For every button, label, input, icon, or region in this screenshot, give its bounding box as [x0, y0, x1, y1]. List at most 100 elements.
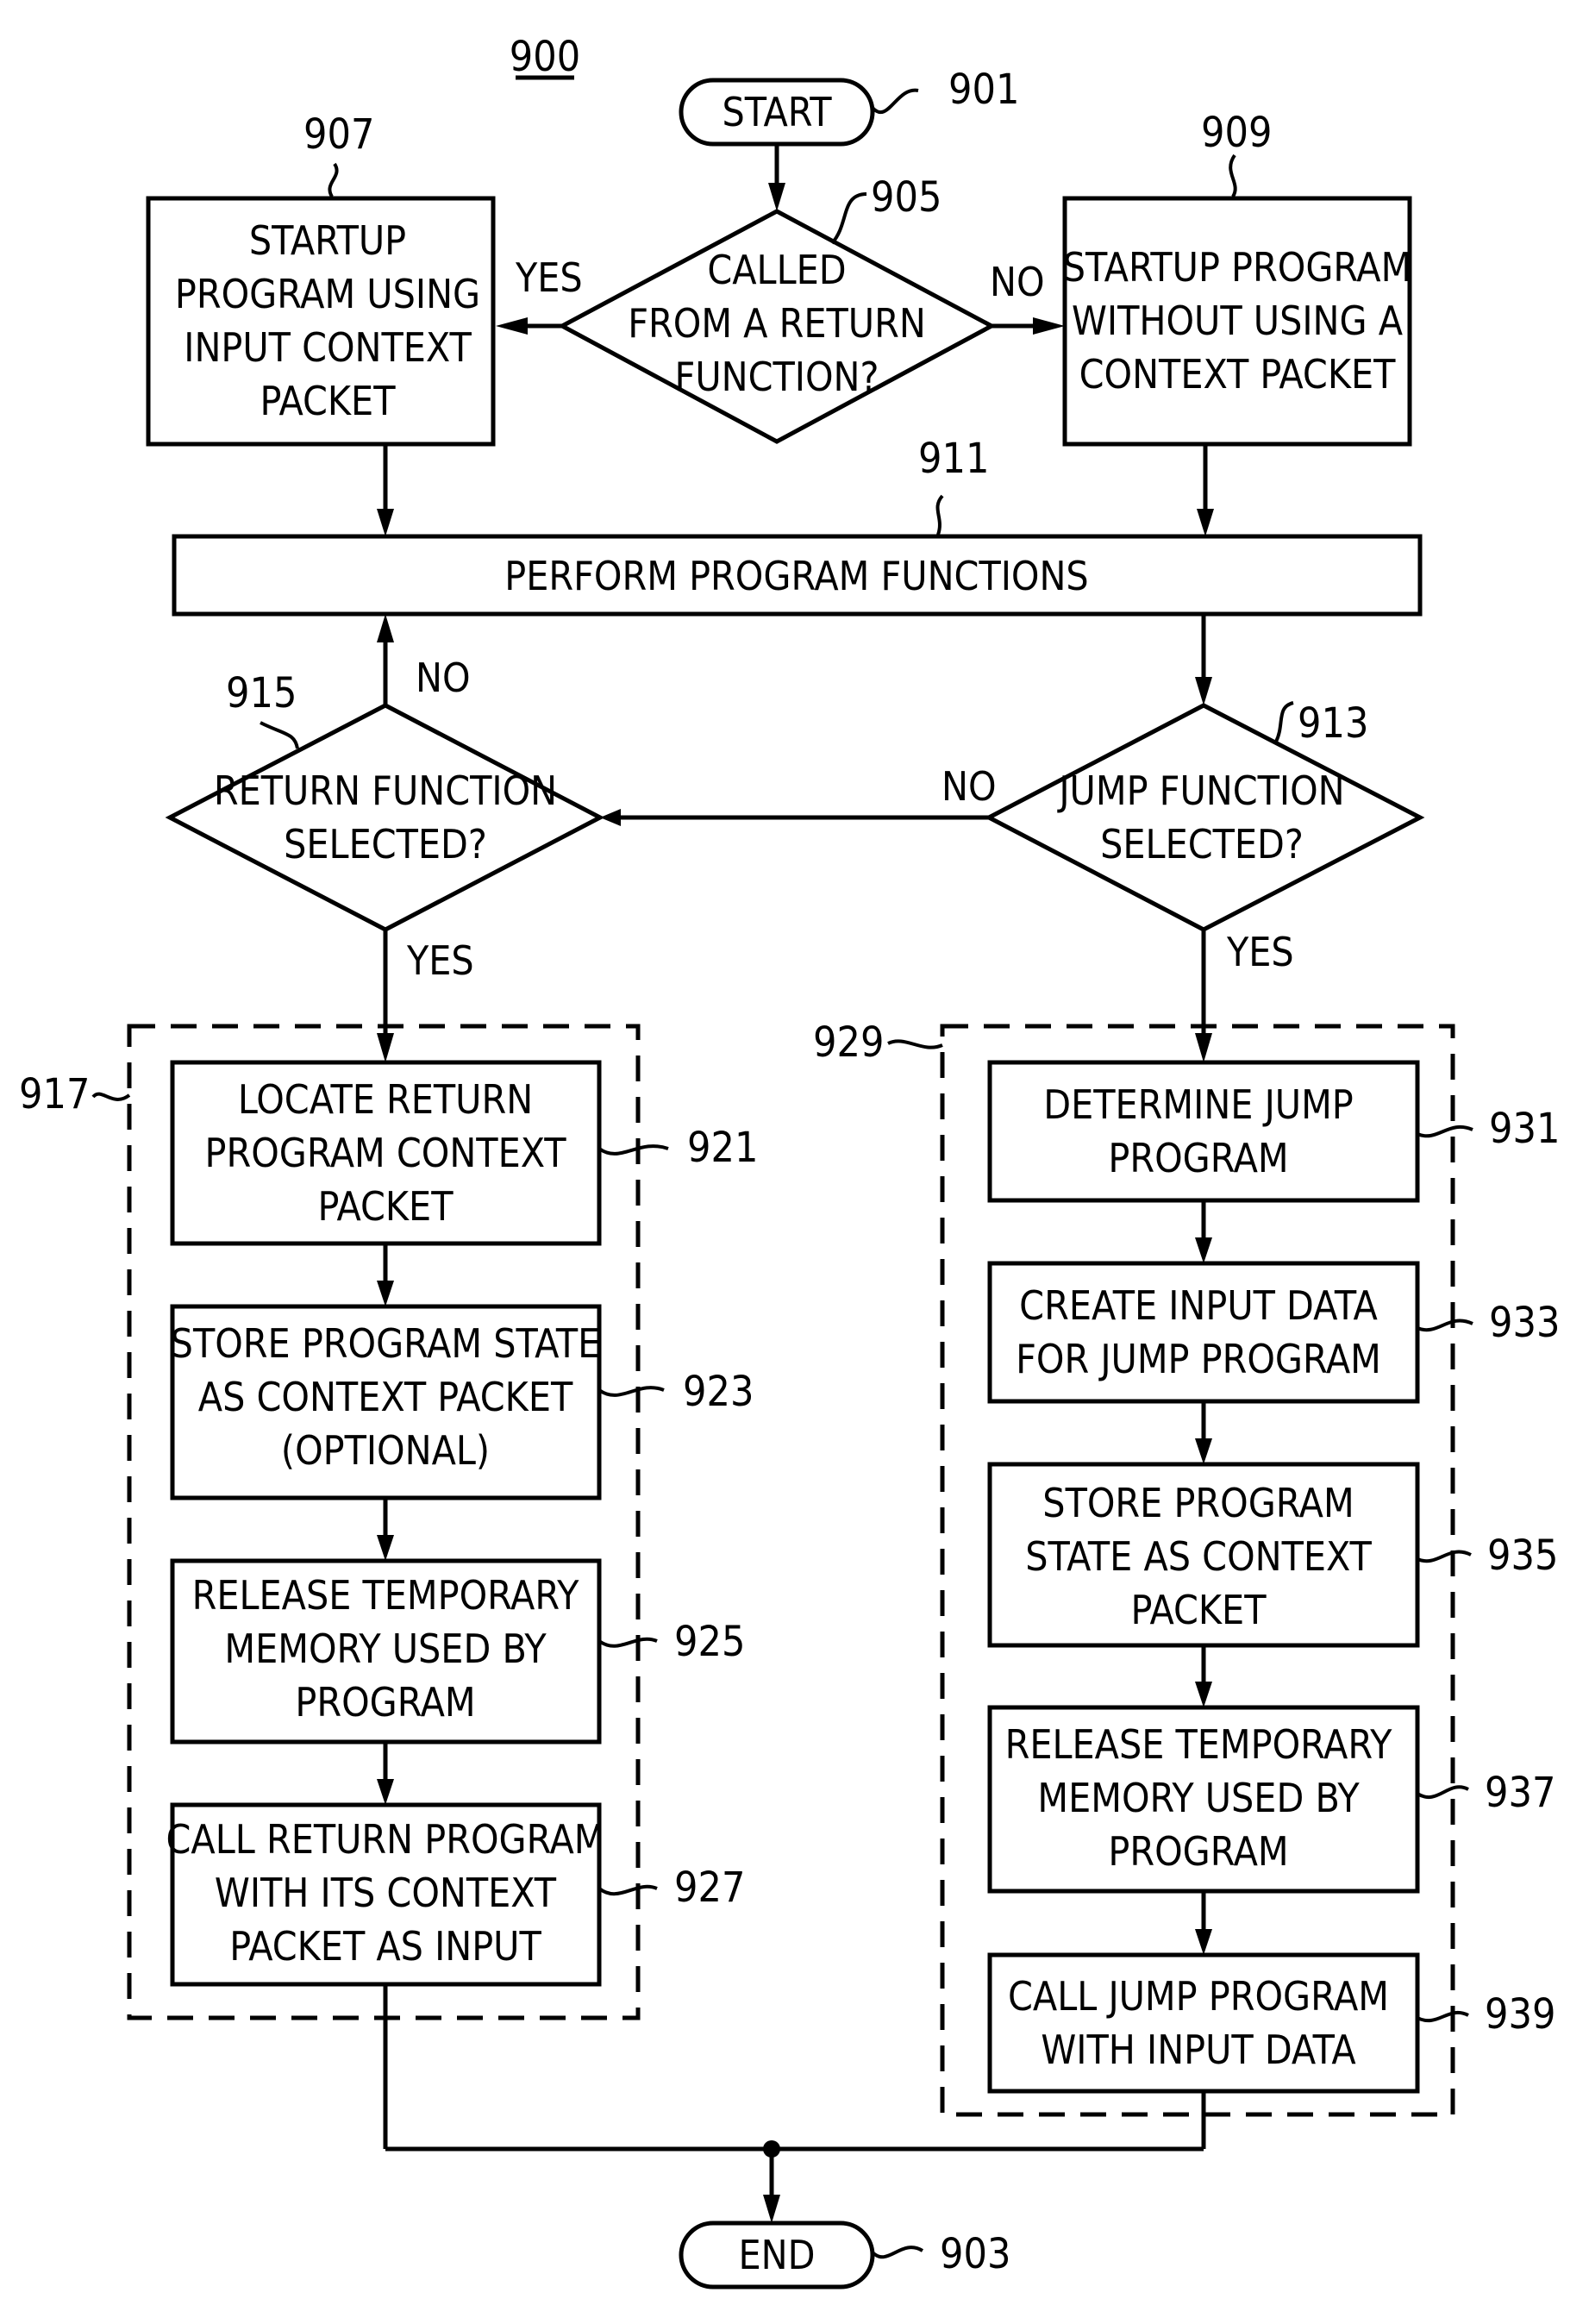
label-line: STARTUP PROGRAM: [1063, 244, 1412, 291]
ref-leader-901: [871, 88, 919, 115]
label-line: SELECTED?: [284, 821, 487, 868]
arrowhead: [1195, 1438, 1212, 1464]
label-913-no: NO: [942, 763, 997, 810]
ref-leader-921: [597, 1144, 669, 1156]
end-terminal: END: [679, 2221, 875, 2290]
label-line: FUNCTION?: [675, 354, 879, 400]
ref-leader-913: [1274, 701, 1294, 742]
label-line: PROGRAM: [1108, 1135, 1288, 1181]
label-line: LOCATE RETURN: [238, 1076, 533, 1123]
arrowhead: [763, 2195, 780, 2223]
ref-917: 917: [19, 1070, 90, 1118]
ref-923: 923: [683, 1368, 754, 1416]
ref-leader-911: [935, 494, 944, 536]
process-create-input-data: CREATE INPUT DATA FOR JUMP PROGRAM: [987, 1261, 1420, 1404]
arrowhead: [377, 614, 394, 642]
start-terminal: START: [679, 78, 875, 147]
label-line: CALL RETURN PROGRAM: [166, 1816, 605, 1863]
label-line: STARTUP: [249, 217, 406, 264]
process-perform-program-functions: PERFORM PROGRAM FUNCTIONS: [172, 534, 1423, 617]
process-release-memory-return: RELEASE TEMPORARY MEMORY USED BY PROGRAM: [170, 1558, 602, 1745]
ref-leader-907: [328, 162, 339, 198]
ref-927: 927: [674, 1864, 745, 1912]
ref-921: 921: [687, 1124, 758, 1172]
process-927-label: CALL RETURN PROGRAM WITH ITS CONTEXT PACKE…: [166, 1816, 605, 1970]
arrowhead: [377, 1779, 394, 1805]
figure-number: 900: [510, 33, 580, 81]
label-line: PACKET AS INPUT: [229, 1923, 541, 1970]
ref-915: 915: [226, 669, 297, 717]
ref-905: 905: [871, 173, 942, 222]
ref-leader-935: [1417, 1550, 1472, 1563]
label-905-no: NO: [990, 259, 1045, 305]
label-line: PACKET: [318, 1183, 454, 1230]
label-line: PROGRAM: [295, 1679, 475, 1726]
label-line: STORE PROGRAM: [1042, 1480, 1354, 1526]
label-line: WITHOUT USING A: [1072, 298, 1403, 344]
label-line: STORE PROGRAM STATE: [171, 1320, 601, 1367]
process-startup-with-context: STARTUP PROGRAM USING INPUT CONTEXT PACKET: [146, 196, 496, 447]
ref-933: 933: [1489, 1299, 1560, 1347]
ref-leader-915: [260, 721, 299, 749]
process-determine-jump-program: DETERMINE JUMP PROGRAM: [987, 1060, 1420, 1203]
ref-leader-923: [597, 1386, 665, 1397]
arrowhead: [1195, 1682, 1212, 1707]
label-line: RETURN FUNCTION: [214, 767, 557, 814]
label-line: END: [739, 2232, 816, 2278]
ref-leader-909: [1229, 153, 1237, 198]
label-line: WITH INPUT DATA: [1041, 2026, 1355, 2073]
ref-leader-925: [597, 1637, 658, 1648]
process-909-label: STARTUP PROGRAM WITHOUT USING A CONTEXT PA…: [1063, 244, 1412, 398]
process-locate-return-context: LOCATE RETURN PROGRAM CONTEXT PACKET: [170, 1060, 602, 1246]
label-line: INPUT CONTEXT: [184, 324, 472, 371]
arrowhead: [1197, 509, 1214, 536]
label-line: CALLED: [707, 247, 846, 293]
arrowhead: [377, 1535, 394, 1561]
ref-909: 909: [1201, 109, 1272, 157]
ref-903: 903: [940, 2230, 1010, 2278]
arrowhead: [377, 509, 394, 536]
label-915-no: NO: [416, 655, 471, 701]
label-line: FOR JUMP PROGRAM: [1016, 1336, 1381, 1382]
decision-return-function-selected: RETURN FUNCTION SELECTED?: [165, 703, 605, 932]
ref-913: 913: [1298, 699, 1368, 748]
process-911-label: PERFORM PROGRAM FUNCTIONS: [504, 553, 1088, 599]
label-line: (OPTIONAL): [281, 1427, 490, 1474]
label-913-yes: YES: [1226, 929, 1294, 975]
label-line: CREATE INPUT DATA: [1019, 1282, 1378, 1329]
ref-leader-939: [1417, 2010, 1469, 2023]
label-line: PROGRAM CONTEXT: [204, 1130, 566, 1176]
label-line: PACKET: [1131, 1587, 1267, 1633]
ref-931: 931: [1489, 1105, 1560, 1153]
label-line: MEMORY USED BY: [224, 1626, 547, 1672]
arrowhead: [1195, 677, 1212, 705]
label-905-yes: YES: [515, 254, 583, 301]
ref-leader-927: [597, 1884, 658, 1896]
decision-915-shape: [165, 703, 605, 932]
arrowhead: [1195, 1237, 1212, 1263]
ref-937: 937: [1485, 1769, 1555, 1817]
arrowhead: [1033, 317, 1065, 335]
end-label: END: [739, 2232, 816, 2278]
ref-925: 925: [674, 1618, 745, 1666]
label-line: CALL JUMP PROGRAM: [1008, 1973, 1389, 2020]
process-release-memory-jump: RELEASE TEMPORARY MEMORY USED BY PROGRAM: [987, 1705, 1420, 1894]
arrowhead: [377, 1281, 394, 1306]
label-line: PROGRAM: [1108, 1828, 1288, 1875]
ref-911: 911: [918, 435, 989, 483]
label-line: MEMORY USED BY: [1037, 1775, 1360, 1821]
label-line: START: [723, 89, 833, 135]
label-line: JUMP FUNCTION: [1056, 767, 1344, 814]
label-line: SELECTED?: [1100, 821, 1304, 868]
label-line: PACKET: [260, 378, 397, 424]
arrowhead: [1195, 1929, 1212, 1955]
ref-leader-937: [1416, 1785, 1469, 1800]
arrowhead: [1195, 1033, 1212, 1062]
ref-939: 939: [1485, 1990, 1555, 2039]
process-call-return-program: CALL RETURN PROGRAM WITH ITS CONTEXT PACKE…: [166, 1802, 605, 1987]
label-line: WITH ITS CONTEXT: [215, 1870, 557, 1916]
arrowhead: [496, 317, 528, 335]
arrowhead: [768, 183, 785, 211]
label-915-yes: YES: [406, 937, 474, 984]
ref-leader-905: [830, 192, 867, 245]
